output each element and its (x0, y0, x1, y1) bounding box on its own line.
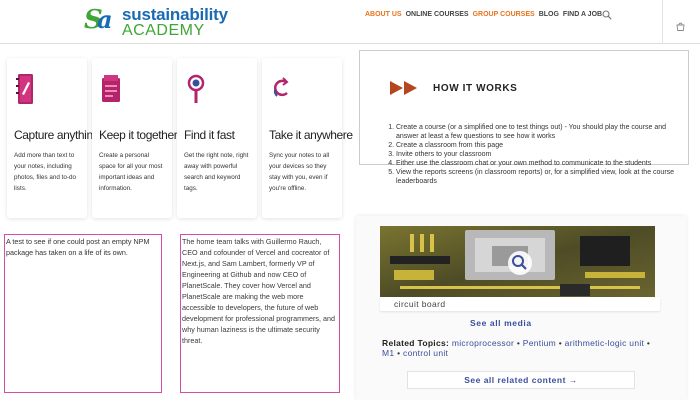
feature-card-keep: Keep it together Create a personal space… (92, 58, 178, 218)
see-all-related-button[interactable]: See all related content → (407, 371, 635, 389)
how-it-works-steps: Create a course (or a simplified one to … (384, 123, 684, 186)
folder-icon (102, 75, 120, 102)
logo-line1: sustainability (122, 4, 228, 24)
step-item: View the reports screens (in classroom r… (396, 168, 684, 186)
logo-text: sustainability ACADEMY (122, 6, 228, 39)
notebook-icon (16, 74, 33, 104)
double-arrow-icon (390, 81, 417, 95)
text-box-podcast: The home team talks with Guillermo Rauch… (180, 234, 340, 393)
how-it-works-title: HOW IT WORKS (433, 83, 518, 94)
circuit-board-image[interactable] (380, 226, 655, 300)
media-caption: circuit board (394, 299, 446, 309)
text-box-npm: A test to see if one could post an empty… (4, 234, 162, 393)
nav-item-group-courses[interactable]: GROUP COURSES (473, 11, 535, 18)
logo-line2: ACADEMY (122, 21, 205, 39)
feature-card-find: Find it fast Get the right note, right a… (177, 58, 257, 218)
related-topic-link[interactable]: M1 (382, 348, 394, 358)
see-all-media-link[interactable]: See all media (470, 318, 532, 328)
nav-item-about-us[interactable]: ABOUT US (365, 11, 402, 18)
feature-description: Sync your notes to all your devices so t… (269, 152, 330, 192)
header-divider (662, 0, 663, 44)
related-topic-link[interactable]: microprocessor (452, 338, 514, 348)
feature-title: Find it fast (184, 128, 235, 142)
step-item: Create a classroom from this page (396, 141, 684, 150)
site-header: Sa sustainability ACADEMY ABOUT US ONLIN… (0, 0, 700, 44)
step-item: Create a course (or a simplified one to … (396, 123, 684, 141)
sync-icon (273, 77, 289, 97)
related-topic-link[interactable]: arithmetic-logic unit (565, 338, 645, 348)
step-item: Either use the classroom chat or your ow… (396, 159, 684, 168)
related-topics-label: Related Topics: (382, 338, 450, 348)
related-topics: Related Topics: microprocessor • Pentium… (382, 338, 651, 358)
main-nav: ABOUT US ONLINE COURSES GROUP COURSES BL… (365, 11, 602, 18)
cart-icon[interactable] (676, 22, 685, 31)
nav-item-blog[interactable]: BLOG (539, 11, 559, 18)
feature-card-capture: Capture anything Add more than text to y… (7, 58, 99, 218)
step-item: Invite others to your classroom (396, 150, 684, 159)
how-it-works-panel: HOW IT WORKS Create a course (or a simpl… (359, 50, 689, 185)
related-topic-link[interactable]: Pentium (523, 338, 556, 348)
feature-title: Take it anywhere (269, 128, 353, 142)
feature-description: Add more than text to your notes, includ… (14, 152, 76, 192)
feature-card-anywhere: Take it anywhere Sync your notes to all … (262, 58, 353, 218)
magnifier-icon (187, 74, 205, 103)
nav-item-online-courses[interactable]: ONLINE COURSES (406, 11, 469, 18)
logo-mark: Sa (84, 5, 113, 35)
search-icon[interactable] (602, 10, 612, 20)
site-logo[interactable]: Sa sustainability ACADEMY (84, 2, 228, 42)
feature-title: Capture anything (14, 128, 99, 142)
feature-description: Create a personal space for all your mos… (99, 152, 163, 192)
related-topic-link[interactable]: control unit (403, 348, 448, 358)
feature-title: Keep it together (99, 128, 178, 142)
feature-description: Get the right note, right away with powe… (184, 152, 249, 192)
nav-item-find-a-job[interactable]: FIND A JOB (563, 11, 602, 18)
